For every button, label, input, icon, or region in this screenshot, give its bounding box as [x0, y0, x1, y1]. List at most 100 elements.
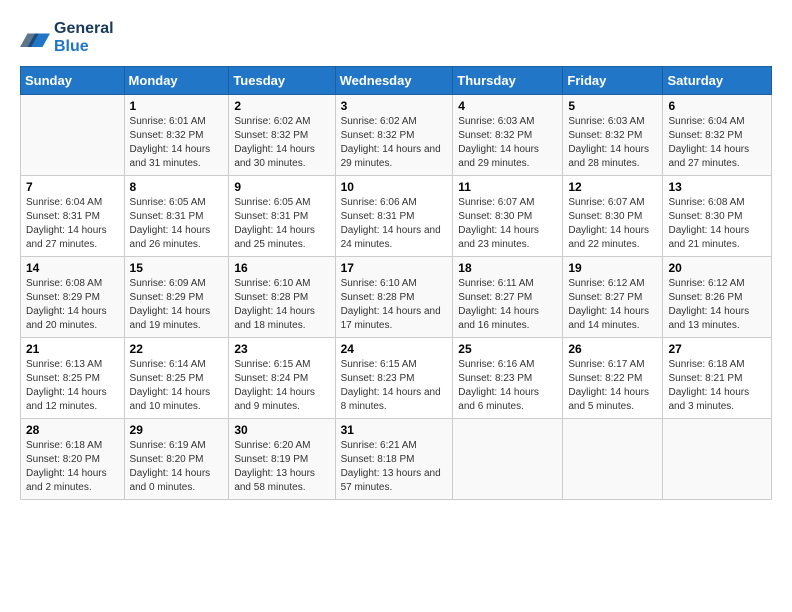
- day-info: Sunrise: 6:17 AMSunset: 8:22 PMDaylight:…: [568, 358, 657, 414]
- calendar-cell: 10 Sunrise: 6:06 AMSunset: 8:31 PMDayligh…: [335, 176, 453, 257]
- day-number: 12: [568, 180, 657, 194]
- day-info: Sunrise: 6:03 AMSunset: 8:32 PMDaylight:…: [458, 115, 557, 171]
- day-number: 16: [234, 261, 329, 275]
- day-number: 11: [458, 180, 557, 194]
- calendar-cell: 28 Sunrise: 6:18 AMSunset: 8:20 PMDayligh…: [21, 419, 125, 500]
- day-info: Sunrise: 6:02 AMSunset: 8:32 PMDaylight:…: [341, 115, 448, 171]
- day-number: 22: [130, 342, 224, 356]
- calendar-cell: 11 Sunrise: 6:07 AMSunset: 8:30 PMDayligh…: [453, 176, 563, 257]
- day-number: 15: [130, 261, 224, 275]
- calendar-cell: 16Sunrise: 6:10 AMSunset: 8:28 PMDayligh…: [229, 257, 335, 338]
- day-info: Sunrise: 6:12 AMSunset: 8:27 PMDaylight:…: [568, 277, 657, 333]
- day-info: Sunrise: 6:16 AMSunset: 8:23 PMDaylight:…: [458, 358, 557, 414]
- day-number: 30: [234, 423, 329, 437]
- calendar-cell: 20Sunrise: 6:12 AMSunset: 8:26 PMDayligh…: [663, 257, 772, 338]
- day-number: 31: [341, 423, 448, 437]
- calendar-cell: [663, 419, 772, 500]
- day-info: Sunrise: 6:20 AMSunset: 8:19 PMDaylight:…: [234, 439, 329, 495]
- day-info: Sunrise: 6:02 AMSunset: 8:32 PMDaylight:…: [234, 115, 329, 171]
- calendar-cell: 7 Sunrise: 6:04 AMSunset: 8:31 PMDaylight…: [21, 176, 125, 257]
- weekday-header: Tuesday: [229, 67, 335, 95]
- calendar-table: SundayMondayTuesdayWednesdayThursdayFrid…: [20, 66, 772, 500]
- calendar-cell: 17Sunrise: 6:10 AMSunset: 8:28 PMDayligh…: [335, 257, 453, 338]
- calendar-cell: 22Sunrise: 6:14 AMSunset: 8:25 PMDayligh…: [124, 338, 229, 419]
- calendar-cell: 25 Sunrise: 6:16 AMSunset: 8:23 PMDayligh…: [453, 338, 563, 419]
- day-number: 27: [668, 342, 766, 356]
- day-number: 25: [458, 342, 557, 356]
- day-number: 9: [234, 180, 329, 194]
- day-info: Sunrise: 6:15 AMSunset: 8:24 PMDaylight:…: [234, 358, 329, 414]
- calendar-cell: [21, 95, 125, 176]
- calendar-week-row: 21 Sunrise: 6:13 AMSunset: 8:25 PMDayligh…: [21, 338, 772, 419]
- day-number: 3: [341, 99, 448, 113]
- day-info: Sunrise: 6:04 AMSunset: 8:31 PMDaylight:…: [26, 196, 119, 252]
- calendar-cell: 14Sunrise: 6:08 AMSunset: 8:29 PMDayligh…: [21, 257, 125, 338]
- day-info: Sunrise: 6:21 AMSunset: 8:18 PMDaylight:…: [341, 439, 448, 495]
- day-number: 1: [130, 99, 224, 113]
- weekday-header: Wednesday: [335, 67, 453, 95]
- day-number: 8: [130, 180, 224, 194]
- logo: General Blue: [20, 20, 114, 56]
- calendar-cell: 6 Sunrise: 6:04 AMSunset: 8:32 PMDaylight…: [663, 95, 772, 176]
- weekday-header: Saturday: [663, 67, 772, 95]
- day-number: 21: [26, 342, 119, 356]
- weekday-header-row: SundayMondayTuesdayWednesdayThursdayFrid…: [21, 67, 772, 95]
- day-number: 28: [26, 423, 119, 437]
- calendar-cell: 23 Sunrise: 6:15 AMSunset: 8:24 PMDayligh…: [229, 338, 335, 419]
- day-number: 5: [568, 99, 657, 113]
- day-number: 10: [341, 180, 448, 194]
- day-info: Sunrise: 6:07 AMSunset: 8:30 PMDaylight:…: [568, 196, 657, 252]
- calendar-cell: 26 Sunrise: 6:17 AMSunset: 8:22 PMDayligh…: [563, 338, 663, 419]
- day-number: 17: [341, 261, 448, 275]
- day-info: Sunrise: 6:06 AMSunset: 8:31 PMDaylight:…: [341, 196, 448, 252]
- calendar-cell: 2 Sunrise: 6:02 AMSunset: 8:32 PMDaylight…: [229, 95, 335, 176]
- day-info: Sunrise: 6:13 AMSunset: 8:25 PMDaylight:…: [26, 358, 119, 414]
- day-number: 29: [130, 423, 224, 437]
- calendar-cell: [453, 419, 563, 500]
- calendar-cell: [563, 419, 663, 500]
- calendar-cell: 15 Sunrise: 6:09 AMSunset: 8:29 PMDayligh…: [124, 257, 229, 338]
- calendar-week-row: 14Sunrise: 6:08 AMSunset: 8:29 PMDayligh…: [21, 257, 772, 338]
- day-info: Sunrise: 6:18 AMSunset: 8:20 PMDaylight:…: [26, 439, 119, 495]
- calendar-week-row: 1Sunrise: 6:01 AMSunset: 8:32 PMDaylight…: [21, 95, 772, 176]
- day-number: 4: [458, 99, 557, 113]
- day-number: 6: [668, 99, 766, 113]
- day-info: Sunrise: 6:07 AMSunset: 8:30 PMDaylight:…: [458, 196, 557, 252]
- calendar-cell: 29 Sunrise: 6:19 AMSunset: 8:20 PMDayligh…: [124, 419, 229, 500]
- calendar-cell: 13 Sunrise: 6:08 AMSunset: 8:30 PMDayligh…: [663, 176, 772, 257]
- day-number: 23: [234, 342, 329, 356]
- day-number: 13: [668, 180, 766, 194]
- calendar-cell: 1Sunrise: 6:01 AMSunset: 8:32 PMDaylight…: [124, 95, 229, 176]
- calendar-cell: 24Sunrise: 6:15 AMSunset: 8:23 PMDayligh…: [335, 338, 453, 419]
- weekday-header: Friday: [563, 67, 663, 95]
- calendar-cell: 4 Sunrise: 6:03 AMSunset: 8:32 PMDaylight…: [453, 95, 563, 176]
- day-info: Sunrise: 6:03 AMSunset: 8:32 PMDaylight:…: [568, 115, 657, 171]
- day-number: 20: [668, 261, 766, 275]
- day-info: Sunrise: 6:19 AMSunset: 8:20 PMDaylight:…: [130, 439, 224, 495]
- calendar-week-row: 28 Sunrise: 6:18 AMSunset: 8:20 PMDayligh…: [21, 419, 772, 500]
- calendar-cell: 30 Sunrise: 6:20 AMSunset: 8:19 PMDayligh…: [229, 419, 335, 500]
- calendar-cell: 19 Sunrise: 6:12 AMSunset: 8:27 PMDayligh…: [563, 257, 663, 338]
- calendar-cell: 8 Sunrise: 6:05 AMSunset: 8:31 PMDaylight…: [124, 176, 229, 257]
- day-number: 18: [458, 261, 557, 275]
- day-number: 26: [568, 342, 657, 356]
- weekday-header: Monday: [124, 67, 229, 95]
- calendar-cell: 3 Sunrise: 6:02 AMSunset: 8:32 PMDaylight…: [335, 95, 453, 176]
- day-info: Sunrise: 6:08 AMSunset: 8:30 PMDaylight:…: [668, 196, 766, 252]
- day-number: 24: [341, 342, 448, 356]
- weekday-header: Thursday: [453, 67, 563, 95]
- logo-text: General Blue: [54, 20, 114, 56]
- calendar-week-row: 7 Sunrise: 6:04 AMSunset: 8:31 PMDaylight…: [21, 176, 772, 257]
- day-number: 19: [568, 261, 657, 275]
- day-info: Sunrise: 6:05 AMSunset: 8:31 PMDaylight:…: [234, 196, 329, 252]
- day-info: Sunrise: 6:09 AMSunset: 8:29 PMDaylight:…: [130, 277, 224, 333]
- day-number: 7: [26, 180, 119, 194]
- day-info: Sunrise: 6:04 AMSunset: 8:32 PMDaylight:…: [668, 115, 766, 171]
- day-info: Sunrise: 6:05 AMSunset: 8:31 PMDaylight:…: [130, 196, 224, 252]
- calendar-cell: 31 Sunrise: 6:21 AMSunset: 8:18 PMDayligh…: [335, 419, 453, 500]
- day-info: Sunrise: 6:08 AMSunset: 8:29 PMDaylight:…: [26, 277, 119, 333]
- calendar-cell: 18Sunrise: 6:11 AMSunset: 8:27 PMDayligh…: [453, 257, 563, 338]
- calendar-cell: 5 Sunrise: 6:03 AMSunset: 8:32 PMDaylight…: [563, 95, 663, 176]
- day-number: 2: [234, 99, 329, 113]
- calendar-cell: 27Sunrise: 6:18 AMSunset: 8:21 PMDayligh…: [663, 338, 772, 419]
